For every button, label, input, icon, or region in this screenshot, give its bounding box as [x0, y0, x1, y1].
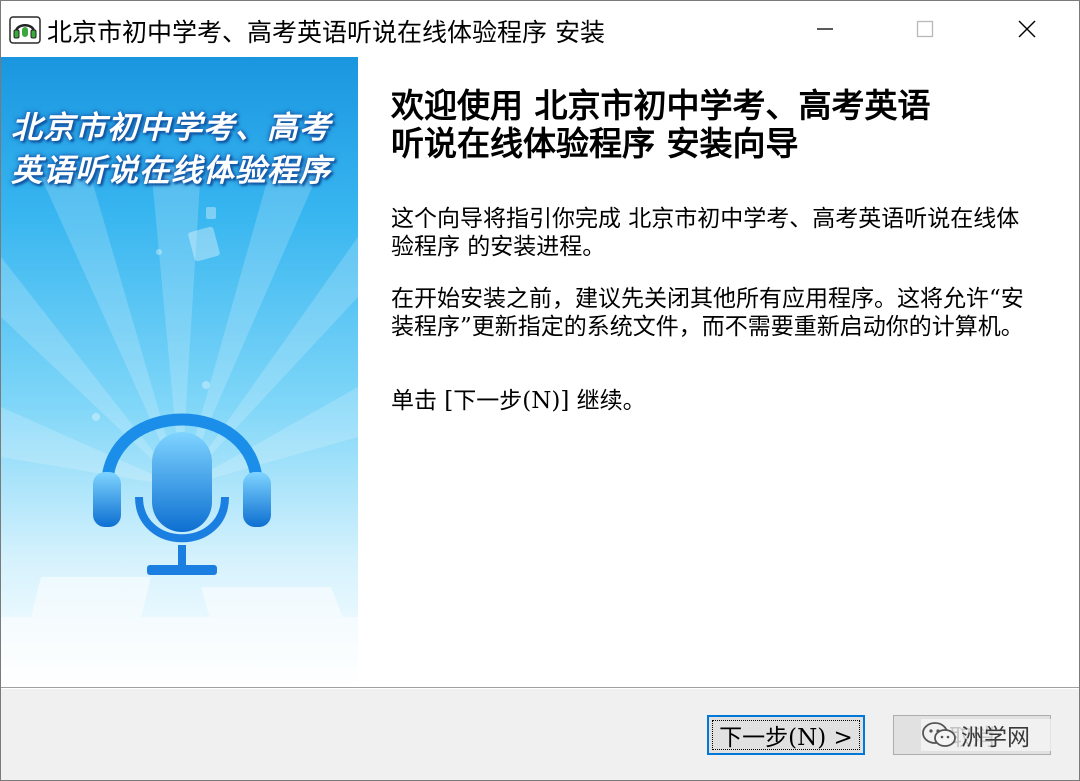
watermark: 洲学网 [921, 719, 1051, 751]
wechat-icon [922, 722, 956, 747]
title-bar[interactable]: 北京市初中学考、高考英语听说在线体验程序 安装 [1, 1, 1079, 57]
maximize-icon [916, 20, 934, 38]
headset-app-icon [9, 16, 41, 44]
banner-title-line1: 北京市初中学考、高考 [11, 110, 331, 146]
welcome-heading-line1: 欢迎使用 北京市初中学考、高考英语 [391, 86, 931, 125]
banner-title-line2: 英语听说在线体验程序 [11, 153, 331, 189]
minimize-button[interactable] [775, 1, 875, 57]
microphone-headphones-icon [93, 413, 271, 575]
welcome-heading-line2: 听说在线体验程序 安装向导 [391, 124, 799, 163]
banner-title: 北京市初中学考、高考 英语听说在线体验程序 [11, 107, 356, 193]
installer-window: 北京市初中学考、高考英语听说在线体验程序 安装 北京市初中学考、高考 英语听说在… [0, 0, 1080, 781]
welcome-heading: 欢迎使用 北京市初中学考、高考英语 听说在线体验程序 安装向导 [391, 87, 1051, 163]
watermark-text: 洲学网 [961, 725, 1030, 751]
minimize-icon [817, 28, 833, 30]
intro-paragraph: 这个向导将指引你完成 北京市初中学考、高考英语听说在线体验程序 的安装进程。 [391, 206, 1020, 260]
wizard-content: 北京市初中学考、高考 英语听说在线体验程序 欢迎使用 北京市初中学考、高考英语 … [1, 57, 1079, 687]
maximize-button[interactable] [875, 1, 975, 57]
window-title: 北京市初中学考、高考英语听说在线体验程序 安装 [47, 18, 605, 47]
advice-paragraph: 在开始安装之前，建议先关闭其他所有应用程序。这将允许“安装程序”更新指定的系统文… [391, 286, 1024, 340]
wizard-banner: 北京市初中学考、高考 英语听说在线体验程序 [1, 57, 358, 687]
close-button[interactable] [977, 1, 1077, 57]
continue-instruction: 单击 [下一步(N)] 继续。 [391, 388, 646, 414]
next-button[interactable]: 下一步(N) > [707, 715, 865, 755]
footer-divider [1, 687, 1079, 689]
close-icon [1018, 20, 1036, 38]
